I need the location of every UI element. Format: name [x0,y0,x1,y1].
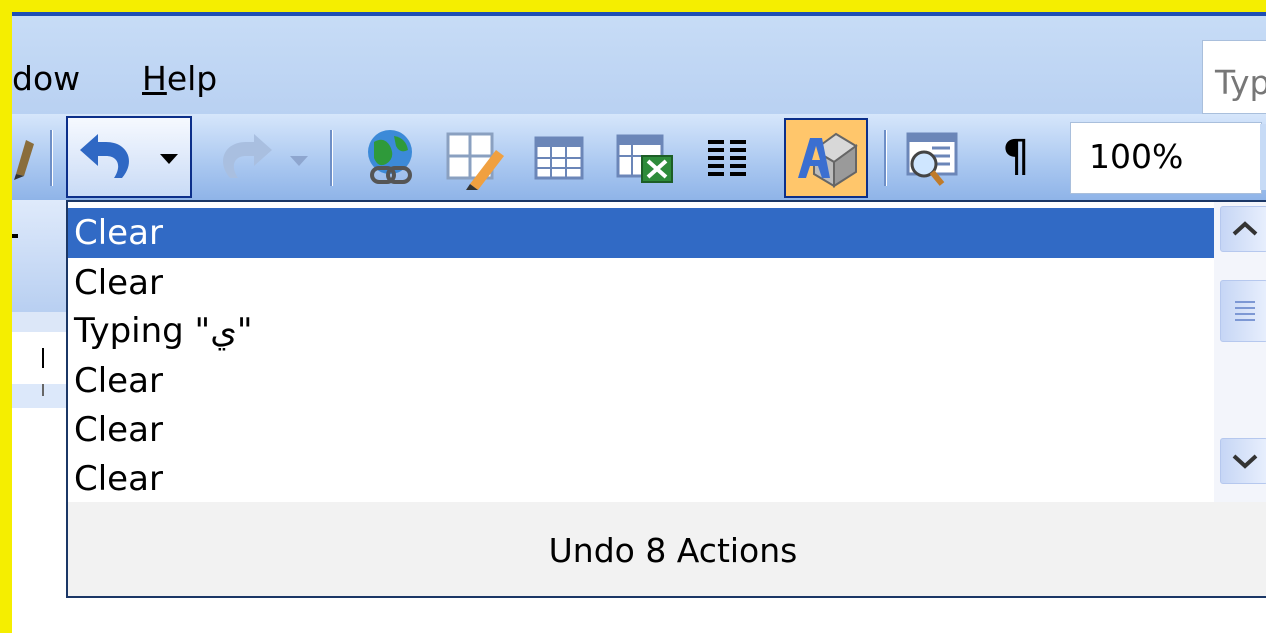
undo-list-item[interactable]: Typing "ي" [68,306,1214,356]
menu-window[interactable]: dow [12,62,80,95]
insert-excel-icon[interactable] [616,134,674,184]
menu-help-rest: elp [166,59,218,98]
frame-top [0,0,1266,12]
chevron-up-icon [1232,221,1258,236]
scroll-up-button[interactable] [1220,206,1266,252]
ask-question-input[interactable]: Typ [1202,40,1266,114]
ruler-band [12,200,68,312]
drawing-icon [798,132,858,188]
ruler-highlight [12,384,68,408]
undo-list-item[interactable]: Clear [68,208,1214,258]
chevron-down-icon [1232,454,1258,469]
chevron-down-icon[interactable] [160,154,178,166]
undo-list: Clear Clear Typing "ي" Clear Clear Clear [68,202,1214,502]
drawing-button[interactable] [784,118,868,198]
redo-dropdown-icon[interactable] [290,156,308,168]
ask-question-placeholder: Typ [1215,63,1266,102]
menu-help[interactable]: Help [142,62,217,95]
tables-borders-icon[interactable] [444,130,506,190]
standard-toolbar: ¶ 100% [12,114,1266,200]
scroll-down-button[interactable] [1220,438,1266,484]
undo-icon [80,134,129,178]
toolbar-separator [884,130,887,186]
zoom-input[interactable]: 100% [1070,122,1262,194]
ruler-mark [12,234,18,238]
show-hide-icon[interactable]: ¶ [1002,132,1030,182]
grip-icon [1235,301,1255,321]
undo-list-scrollbar[interactable] [1214,202,1266,502]
undo-list-item[interactable]: Clear [68,454,1214,504]
undo-list-item[interactable]: Clear [68,356,1214,406]
undo-dropdown: Clear Clear Typing "ي" Clear Clear Clear… [66,200,1266,598]
menu-help-mnemonic: H [142,59,167,98]
toolbar-separator [330,130,333,186]
scroll-thumb[interactable] [1220,280,1266,342]
zoom-dropdown-button[interactable] [1260,124,1266,190]
zoom-value: 100% [1089,137,1184,176]
document-ruler [12,200,68,633]
redo-icon[interactable] [214,134,274,182]
document-map-icon[interactable] [902,130,962,190]
menu-bar: dow Help Typ [12,16,1266,114]
pen-icon[interactable] [12,134,34,180]
undo-button[interactable] [66,116,192,198]
undo-list-item[interactable]: Clear [68,405,1214,455]
toolbar-separator [50,130,53,186]
undo-count-label: Undo 8 Actions [548,531,798,570]
hyperlink-icon[interactable] [360,128,422,190]
ruler-tick [42,384,44,396]
ruler-band-lower [12,312,68,332]
insert-table-icon[interactable] [534,136,584,180]
frame-left [0,0,12,633]
undo-list-item[interactable]: Clear [68,258,1214,308]
ruler-tick [42,348,44,368]
columns-icon[interactable] [708,140,748,178]
